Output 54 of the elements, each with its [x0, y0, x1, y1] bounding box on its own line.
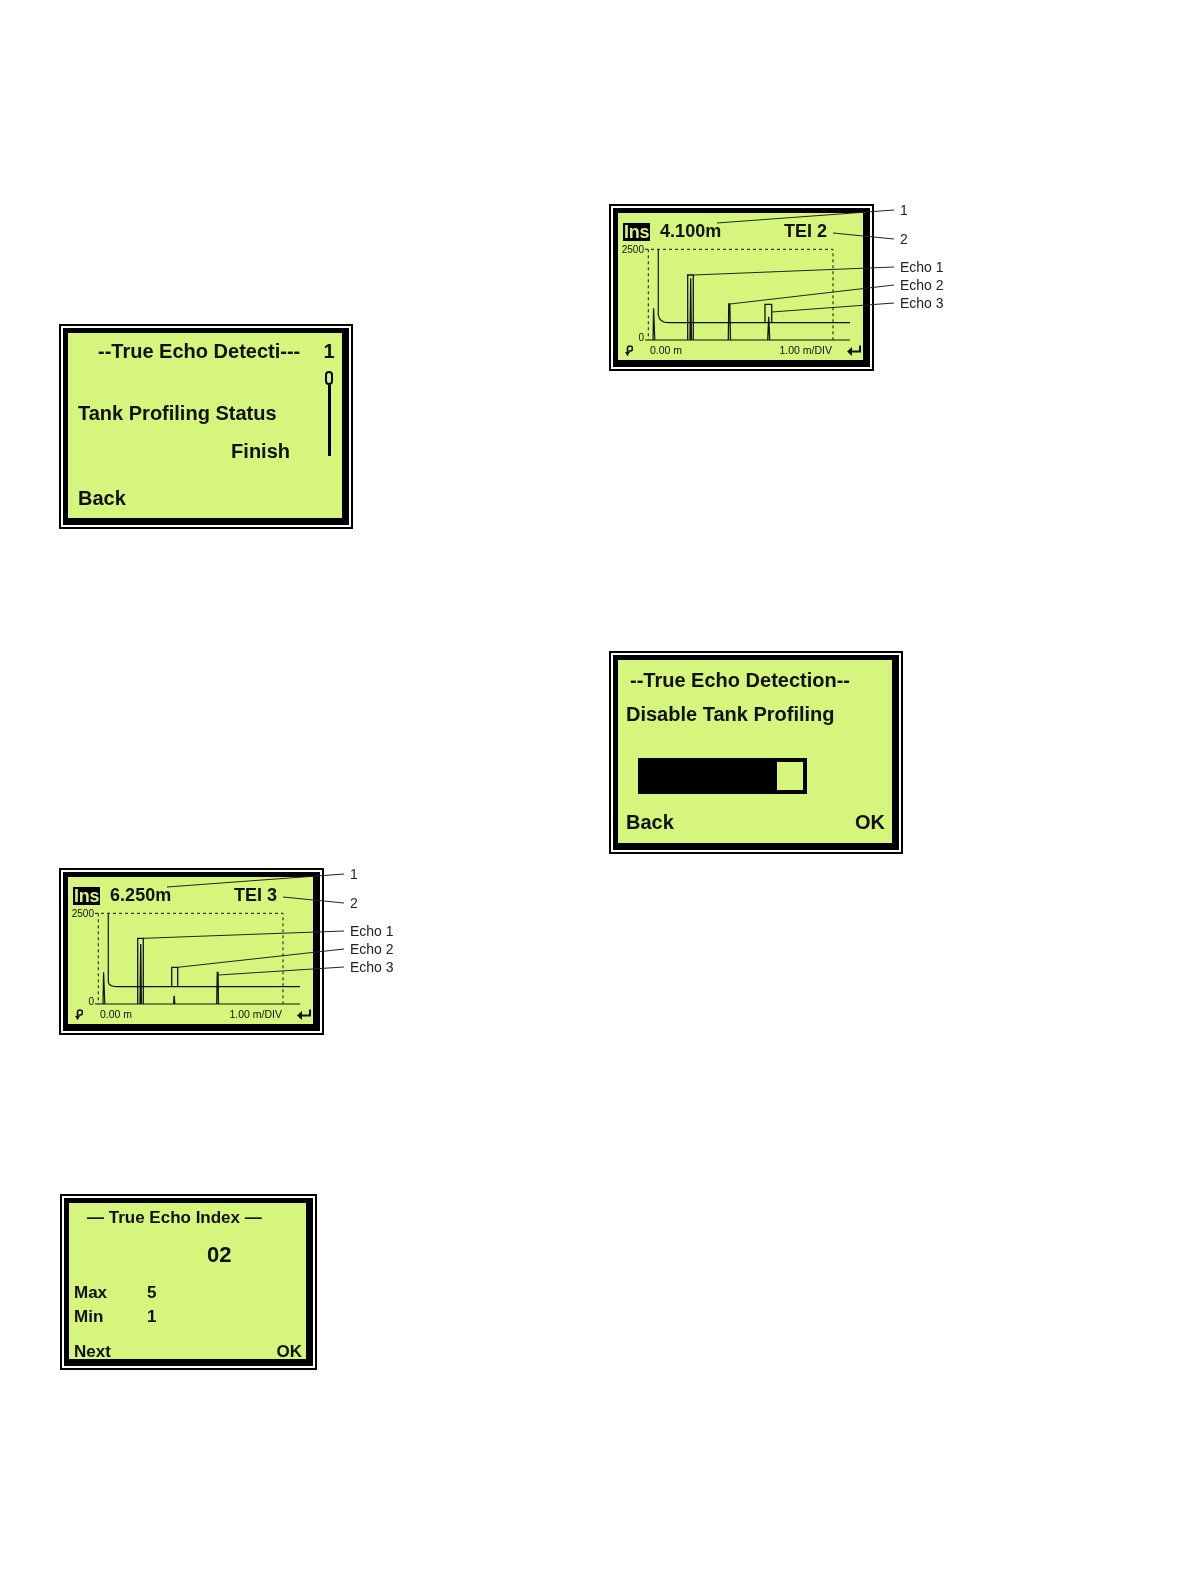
page-number: 1: [323, 339, 335, 363]
curved-arrow-icon: [75, 1008, 83, 1020]
status-value: Finish: [231, 439, 290, 463]
softkey-label: OK: [855, 810, 885, 834]
enter-arrow-icon: [847, 344, 862, 356]
axis-label: 0.00 m: [650, 344, 683, 356]
axis-label: 0.00 m: [100, 1008, 133, 1020]
softkey-label: Next: [74, 1344, 111, 1359]
scale-label: 1.00 m/DIV: [229, 1008, 282, 1020]
limit-label: Max: [74, 1283, 108, 1302]
tei-reading: TEI 2: [784, 221, 827, 242]
callout-label: Echo 1: [900, 258, 944, 276]
echo-peak: [687, 274, 694, 341]
setting-label: Disable Tank Profiling: [626, 702, 835, 726]
distance-reading: 6.250m: [110, 885, 172, 906]
callout-label: 1: [900, 201, 908, 219]
callout-label: 2: [900, 230, 908, 248]
echo-peak: [727, 303, 732, 341]
axis-label: 2500: [71, 909, 94, 919]
scrollbar-thumb: [325, 371, 333, 385]
status-label: Tank Profiling Status: [78, 401, 277, 425]
softkey-label: Back: [626, 810, 674, 834]
softkey-label: Back: [78, 486, 126, 510]
echo-peak: [171, 966, 179, 1005]
softkey-label: OK: [276, 1344, 302, 1359]
callout-label: Echo 2: [900, 276, 944, 294]
screen-title: --True Echo Detecti---: [98, 339, 301, 363]
callout-label: Echo 1: [350, 922, 394, 940]
index-value: 02: [207, 1244, 232, 1266]
distance-reading: 4.100m: [660, 221, 722, 242]
mode-badge: Ins: [73, 886, 101, 905]
callout-label: Echo 3: [350, 958, 394, 976]
limit-value: 1: [147, 1307, 157, 1327]
screen-title: — True Echo Index —: [87, 1209, 262, 1227]
scale-label: 1.00 m/DIV: [779, 344, 832, 356]
callout-label: Echo 2: [350, 940, 394, 958]
callout-label: 1: [350, 865, 358, 883]
leader-line: [282, 896, 345, 904]
screen-title: --True Echo Detection--: [630, 668, 850, 692]
echo-peak: [137, 937, 144, 1005]
mode-badge: Ins: [623, 222, 651, 241]
tei-reading: TEI 3: [234, 885, 277, 906]
axis-label: 0: [88, 997, 94, 1007]
limit-label: Min: [74, 1307, 104, 1326]
callout-label: 2: [350, 894, 358, 912]
callout-label: Echo 3: [900, 294, 944, 312]
echo-peak: [764, 303, 773, 341]
curved-arrow-icon: [625, 344, 633, 356]
axis-label: 0: [638, 333, 644, 343]
leader-line: [832, 232, 895, 240]
axis-label: 2500: [621, 245, 644, 255]
limit-value: 5: [147, 1283, 157, 1303]
echo-peak: [216, 971, 220, 1005]
enter-arrow-icon: [297, 1008, 312, 1020]
